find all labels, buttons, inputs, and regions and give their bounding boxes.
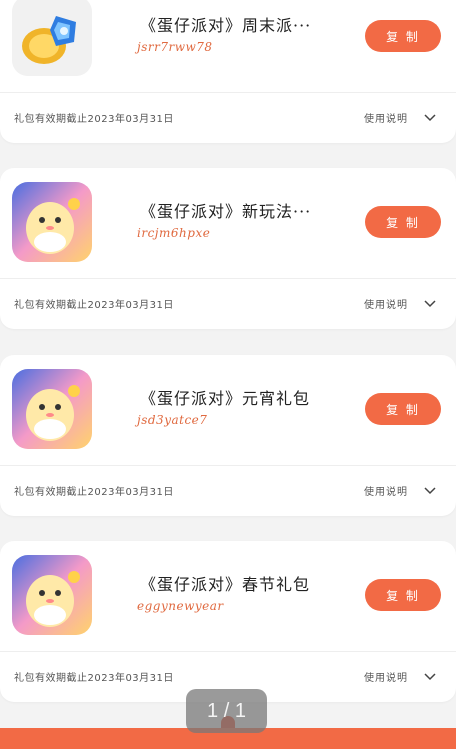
gift-title: 《蛋仔派对》周末派··· xyxy=(140,16,312,35)
gift-title: 《蛋仔派对》新玩法··· xyxy=(140,202,312,221)
gift-title: 《蛋仔派对》春节礼包 xyxy=(140,575,311,594)
copy-button[interactable]: 复 制 xyxy=(365,393,441,425)
validity-text: 礼包有效期截止2023年03月31日 xyxy=(14,673,174,684)
usage-instructions-link[interactable]: 使用说明 xyxy=(364,296,408,311)
eggy-party-app-icon xyxy=(12,182,92,262)
gift-card-header: 《蛋仔派对》春节礼包 eggynewyear 复 制 xyxy=(0,541,456,652)
gift-card-footer: 礼包有效期截止2023年03月31日 使用说明 xyxy=(0,466,456,516)
gift-code: jsrr7rww78 xyxy=(137,40,213,54)
chevron-down-icon[interactable] xyxy=(423,483,437,497)
gift-card: 《蛋仔派对》元宵礼包 jsd3yatce7 复 制 礼包有效期截止2023年03… xyxy=(0,355,456,516)
eggy-party-app-icon xyxy=(12,369,92,449)
page-indicator: 1 / 1 xyxy=(186,689,267,733)
eggy-party-app-icon xyxy=(12,555,92,635)
usage-instructions-link[interactable]: 使用说明 xyxy=(364,483,408,498)
chevron-down-icon[interactable] xyxy=(423,296,437,310)
gift-title: 《蛋仔派对》元宵礼包 xyxy=(140,389,311,408)
gift-card: 《蛋仔派对》周末派··· jsrr7rww78 复 制 礼包有效期截止2023年… xyxy=(0,0,456,143)
gift-card: 《蛋仔派对》春节礼包 eggynewyear 复 制 礼包有效期截止2023年0… xyxy=(0,541,456,702)
gift-code: jsd3yatce7 xyxy=(137,413,208,427)
chevron-down-icon[interactable] xyxy=(423,110,437,124)
validity-text: 礼包有效期截止2023年03月31日 xyxy=(14,487,174,498)
gift-card-header: 《蛋仔派对》元宵礼包 jsd3yatce7 复 制 xyxy=(0,355,456,466)
gift-card-footer: 礼包有效期截止2023年03月31日 使用说明 xyxy=(0,93,456,143)
usage-instructions-link[interactable]: 使用说明 xyxy=(364,110,408,125)
gift-code: eggynewyear xyxy=(137,599,224,613)
usage-instructions-link[interactable]: 使用说明 xyxy=(364,669,408,684)
gift-card: 《蛋仔派对》新玩法··· ircjm6hpxe 复 制 礼包有效期截止2023年… xyxy=(0,168,456,329)
validity-text: 礼包有效期截止2023年03月31日 xyxy=(14,300,174,311)
chevron-down-icon[interactable] xyxy=(423,669,437,683)
gift-card-header: 《蛋仔派对》周末派··· jsrr7rww78 复 制 xyxy=(0,0,456,93)
coin-crystal-app-icon xyxy=(12,0,92,76)
gift-card-header: 《蛋仔派对》新玩法··· ircjm6hpxe 复 制 xyxy=(0,168,456,279)
copy-button[interactable]: 复 制 xyxy=(365,206,441,238)
copy-button[interactable]: 复 制 xyxy=(365,579,441,611)
gift-card-footer: 礼包有效期截止2023年03月31日 使用说明 xyxy=(0,279,456,329)
copy-button[interactable]: 复 制 xyxy=(365,20,441,52)
validity-text: 礼包有效期截止2023年03月31日 xyxy=(14,114,174,125)
gift-code: ircjm6hpxe xyxy=(137,226,211,240)
gift-list-page: 《蛋仔派对》周末派··· jsrr7rww78 复 制 礼包有效期截止2023年… xyxy=(0,0,456,749)
